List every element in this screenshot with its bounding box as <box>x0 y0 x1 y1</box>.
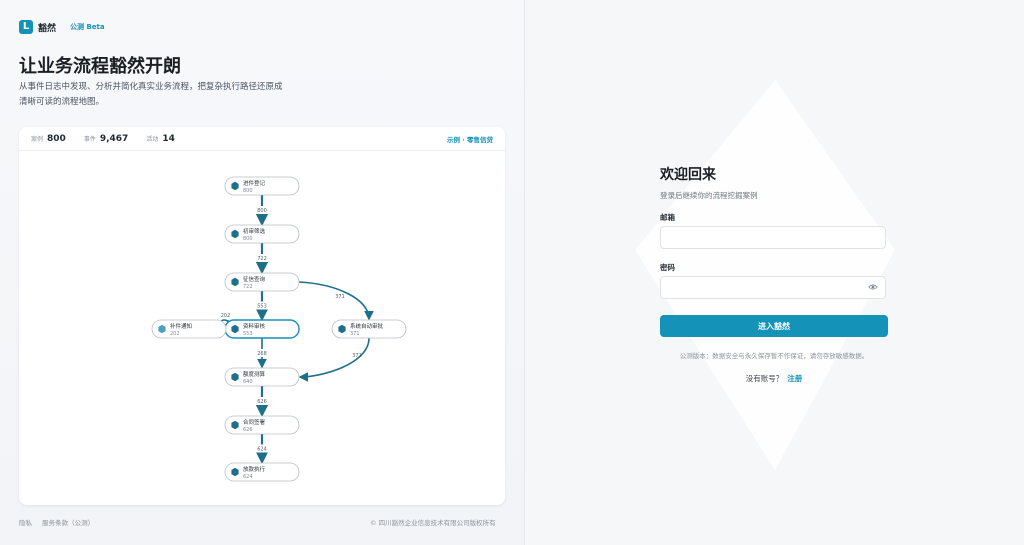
email-input[interactable] <box>660 226 886 249</box>
flow-edge <box>298 281 374 321</box>
brand[interactable]: L 豁然 公测 Beta <box>19 20 105 34</box>
node-count: 371 <box>350 331 360 337</box>
right-panel <box>524 0 1024 545</box>
edge-label: 624 <box>257 447 267 453</box>
node-count: 640 <box>243 379 253 385</box>
card-header: 案例 800 事件 9,467 活动 14 示例 · 零售信贷 <box>19 127 505 151</box>
hero-description: 从事件日志中发现、分析并简化真实业务流程，把复杂执行路径还原成清晰可读的流程地图… <box>19 82 283 107</box>
register-prompt: 没有账号？ <box>745 374 784 383</box>
submit-button[interactable]: 进入豁然 <box>660 315 888 337</box>
flow-node-n5[interactable]: 补件通知202 <box>151 319 227 339</box>
node-label: 系统自动审批 <box>350 322 384 330</box>
process-flow-diagram: 800722553202371371268626624 进件登记800初审筛选8… <box>151 176 407 482</box>
flow-node-n3[interactable]: 征信查询722 <box>224 272 300 292</box>
node-label: 初审筛选 <box>243 227 266 235</box>
stat-label: 活动 <box>146 135 159 143</box>
logo-icon: L <box>19 20 33 34</box>
flow-node-n8[interactable]: 合同签署626 <box>224 415 300 435</box>
flow-node-n9[interactable]: 放款执行624 <box>224 462 300 482</box>
flow-node-n1[interactable]: 进件登记800 <box>224 176 300 196</box>
footer-links: 隐私 服务条款（公测） <box>19 517 102 527</box>
terms-link[interactable]: 服务条款（公测） <box>42 519 94 527</box>
node-label: 资料审核 <box>243 322 266 330</box>
node-label: 放款执行 <box>243 465 266 473</box>
password-wrapper <box>660 276 886 299</box>
register-row: 没有账号？ 注册 <box>660 373 888 384</box>
password-label: 密码 <box>660 263 675 272</box>
node-label: 补件通知 <box>170 322 192 330</box>
stat-value: 9,467 <box>99 133 129 144</box>
edge-label: 553 <box>257 304 267 310</box>
hero-title: 让业务流程豁然开朗 <box>19 56 181 77</box>
flow-node-n6[interactable]: 系统自动审批371 <box>331 319 407 339</box>
flow-node-n4[interactable]: 资料审核553 <box>224 319 300 339</box>
edge-label: 722 <box>257 256 267 262</box>
brand-name: 豁然 <box>38 23 57 34</box>
process-map-card: 案例 800 事件 9,467 活动 14 示例 · 零售信贷 800 722 55… <box>19 127 505 505</box>
stat-cases: 案例 800 <box>31 134 66 144</box>
node-count: 553 <box>243 331 253 337</box>
edge-label: 371 <box>335 294 345 300</box>
flow-node-n7[interactable]: 额度测算640 <box>224 367 300 387</box>
flow-node-n2[interactable]: 初审筛选800 <box>224 224 300 244</box>
stat-value: 800 <box>47 133 66 144</box>
register-link[interactable]: 注册 <box>787 374 802 383</box>
email-label: 邮箱 <box>660 213 675 222</box>
beta-notice: 公测版本：数据安全与永久保存暂不作保证，请勿存放敏感数据。 <box>679 352 869 360</box>
edge-label: 268 <box>257 351 267 357</box>
node-label: 额度测算 <box>243 370 266 378</box>
background-diamond-shape <box>635 80 895 470</box>
copyright: © 四川豁然企业信息技术有限公司版权所有 <box>370 519 496 527</box>
edge-label: 800 <box>257 208 267 214</box>
node-label: 合同签署 <box>243 418 266 426</box>
login-title: 欢迎回来 <box>660 167 716 183</box>
node-count: 202 <box>170 331 180 337</box>
eye-icon[interactable] <box>868 282 878 292</box>
stat-label: 事件 <box>83 135 96 143</box>
example-dataset-label[interactable]: 示例 · 零售信贷 <box>447 134 493 144</box>
node-count: 626 <box>243 427 253 433</box>
node-count: 800 <box>243 236 253 242</box>
node-count: 624 <box>243 474 253 480</box>
node-count: 800 <box>243 188 253 194</box>
stat-activities: 活动 14 <box>146 134 175 144</box>
edge-label: 202 <box>221 313 231 319</box>
node-label: 进件登记 <box>243 179 266 187</box>
login-subtitle: 登录后继续你的流程挖掘案例 <box>660 191 758 200</box>
stat-events: 事件 9,467 <box>84 134 128 144</box>
node-label: 征信查询 <box>243 275 266 283</box>
privacy-link[interactable]: 隐私 <box>19 519 32 527</box>
login-form: 欢迎回来 登录后继续你的流程挖掘案例 邮箱 密码 进入豁然 公测版本：数据安全与… <box>660 164 888 383</box>
password-input[interactable] <box>660 276 886 299</box>
edge-label: 371 <box>352 353 362 359</box>
stat-label: 案例 <box>31 135 44 143</box>
stat-value: 14 <box>162 133 175 144</box>
beta-badge: 公测 Beta <box>70 23 105 31</box>
node-count: 722 <box>243 284 253 290</box>
edge-label: 626 <box>257 399 267 405</box>
